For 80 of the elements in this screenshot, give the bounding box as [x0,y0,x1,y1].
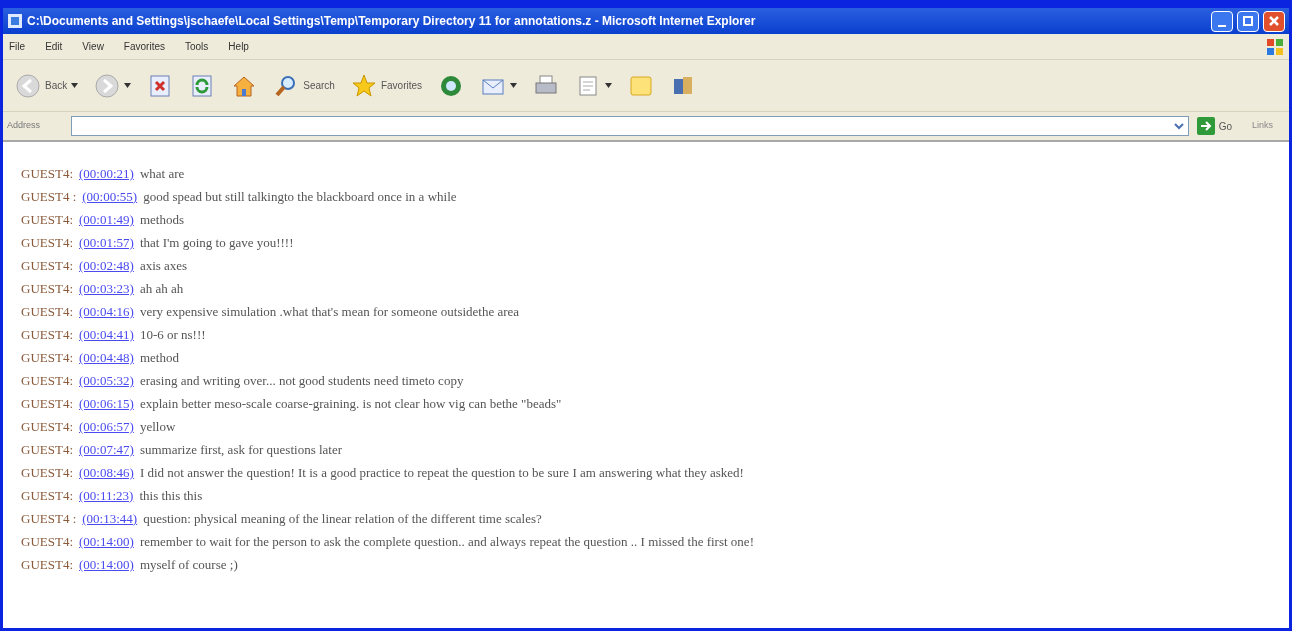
speaker-name: GUEST4: [21,234,73,252]
comment-text: method [139,349,179,367]
comment-text: ah ah ah [139,280,184,298]
comment-text: very expensive simulation .what that's mean for someone outsidethe area [139,303,520,321]
address-label: Address [7,119,42,133]
browser-icon [7,13,23,29]
menu-item[interactable]: Help [226,39,251,54]
window-title: C:\Documents and Settings\jschaefe\Local Settings\Temp\Temporary Directory 11 for annotations.z - Microsoft Internet Explorer [27,13,757,30]
timestamp-link[interactable]: (00:04:16) [79,302,134,322]
speaker-name: GUEST4: [21,303,73,321]
favorites-button[interactable]: Favorites [346,72,427,99]
caret-icon [71,83,79,88]
caret-icon [510,83,518,88]
comment-text: that I'm going to gave you!!!! [139,234,294,252]
menu-item[interactable]: File [7,39,28,54]
speaker-name: GUEST4: [21,165,73,183]
timestamp-link[interactable]: (00:14:00) [79,532,134,552]
close-button[interactable] [1263,10,1285,32]
timestamp-link[interactable]: (00:01:57) [79,233,134,253]
comment-text: explain better meso-scale coarse-graining. is not clear how vig can bethe "beads" [139,395,562,413]
maximize-button[interactable] [1237,10,1259,32]
speaker-name: GUEST4: [21,418,73,436]
speaker-name: GUEST4: [21,326,73,344]
comment-text: what are [139,165,185,183]
comment-text: 10-6 or ns!!! [139,326,206,344]
menu-item[interactable]: View [80,39,106,54]
comment-text: I did not answer the question! It is a good practice to repeat the question to be sure I am answering what they asked! [139,464,744,482]
speaker-name: GUEST4: [21,556,73,574]
comment-text: question: physical meaning of the linear relation of the different time scales? [143,510,542,528]
timestamp-link[interactable]: (00:02:48) [79,256,134,276]
star-icon [350,72,377,99]
speaker-name: GUEST4 : [21,510,77,528]
comment-text: axis axes [139,257,188,275]
speaker-name: GUEST4: [21,395,73,413]
timestamp-link[interactable]: (00:03:23) [79,279,134,299]
speaker-name: GUEST4: [21,372,73,390]
speaker-name: GUEST4 : [21,188,77,206]
speaker-name: GUEST4: [21,280,73,298]
speaker-name: GUEST4: [21,441,73,459]
comment-text: this this this [139,487,203,505]
comment-text: yellow [139,418,176,436]
back-button[interactable]: Back [11,72,83,99]
minimize-button[interactable] [1211,10,1233,32]
search-button[interactable]: Search [269,72,339,99]
dropdown-icon [1173,121,1184,131]
timestamp-link[interactable]: (00:07:47) [79,440,134,460]
menu-item[interactable]: Edit [43,39,65,54]
comment-text: myself of course ;) [139,556,238,574]
caret-icon [124,83,132,88]
comment-text: summarize first, ask for questions later [139,441,343,459]
comment-text: erasing and writing over... not good students need timeto copy [139,372,464,390]
speaker-name: GUEST4: [21,257,73,275]
comment-text: remember to wait for the person to ask the complete question.. and always repeat the question .. I missed the first one! [139,533,754,551]
timestamp-link[interactable]: (00:00:21) [79,164,134,184]
speaker-name: GUEST4: [21,533,73,551]
close-icon [1268,15,1280,27]
go-button[interactable]: Go [1192,117,1236,135]
comment-text: methods [139,211,184,229]
menu-item[interactable]: Tools [183,39,211,54]
timestamp-link[interactable]: (00:00:55) [82,187,138,207]
timestamp-link[interactable]: (00:06:15) [79,394,134,414]
speaker-name: GUEST4: [21,464,73,482]
timestamp-link[interactable]: (00:06:57) [79,417,134,437]
speaker-name: GUEST4: [21,487,73,505]
caret-icon [605,83,613,88]
timestamp-link[interactable]: (00:05:32) [79,371,134,391]
menu-item[interactable]: Favorites [121,39,167,54]
timestamp-link[interactable]: (00:08:46) [79,463,134,483]
timestamp-link[interactable]: (00:04:48) [79,348,134,368]
address-field[interactable] [71,116,1189,136]
links-label[interactable]: Links [1240,119,1285,133]
timestamp-link[interactable]: (00:04:41) [79,325,134,345]
speaker-name: GUEST4: [21,211,73,229]
timestamp-link[interactable]: (00:01:49) [79,210,134,230]
windows-flag-icon [1265,36,1285,57]
timestamp-link[interactable]: (00:11:23) [79,486,134,506]
speaker-name: GUEST4: [21,349,73,367]
timestamp-link[interactable]: (00:13:44) [82,509,138,529]
timestamp-link[interactable]: (00:14:00) [79,555,134,575]
comment-text: good spead but still talkingto the blackboard once in a while [143,188,457,206]
